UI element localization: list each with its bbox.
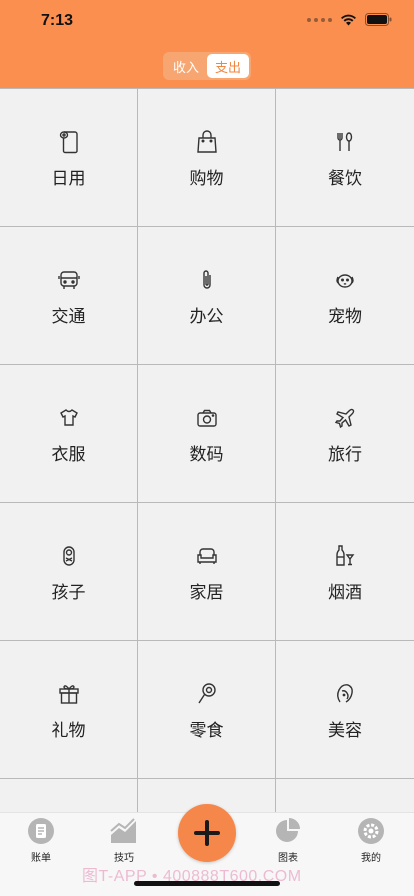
- wifi-icon: [341, 14, 356, 25]
- category-kids[interactable]: 孩子: [0, 503, 138, 641]
- bill-icon: [27, 817, 55, 845]
- cellular-signal-icon: [307, 17, 332, 22]
- sofa-icon: [195, 544, 219, 568]
- income-expense-segment: 收入 支出: [163, 52, 251, 80]
- category-office[interactable]: 办公: [138, 227, 276, 365]
- utensils-icon: [333, 130, 357, 154]
- home-indicator: [134, 881, 280, 886]
- tab-bill[interactable]: 账单: [11, 817, 71, 864]
- category-label: 衣服: [51, 445, 86, 465]
- settings-gear-icon: [357, 817, 385, 845]
- category-label: 数码: [189, 445, 224, 465]
- category-daily[interactable]: 日用: [0, 89, 138, 227]
- tab-tips[interactable]: 技巧: [94, 817, 154, 864]
- category-label: 办公: [189, 307, 224, 327]
- category-label: 礼物: [51, 721, 86, 741]
- category-label: 零食: [189, 721, 224, 741]
- category-shopping[interactable]: 购物: [138, 89, 276, 227]
- category-label: 宠物: [328, 307, 362, 327]
- tab-chart[interactable]: 图表: [258, 817, 318, 864]
- airplane-icon: [333, 406, 357, 430]
- paperclip-icon: [195, 268, 219, 292]
- category-digital[interactable]: 数码: [138, 365, 276, 503]
- category-transport[interactable]: 交通: [0, 227, 138, 365]
- category-label: 旅行: [328, 445, 362, 465]
- category-label: 餐饮: [328, 169, 362, 189]
- category-clothes[interactable]: 衣服: [0, 365, 138, 503]
- wine-icon: [333, 544, 357, 568]
- camera-icon: [195, 406, 219, 430]
- plus-icon: [194, 820, 220, 846]
- category-label: 购物: [189, 169, 224, 189]
- battery-icon: [365, 13, 392, 26]
- status-time: 7:13: [41, 12, 74, 29]
- dog-icon: [333, 268, 357, 292]
- category-beauty[interactable]: 美容: [276, 641, 414, 779]
- tab-mine[interactable]: 我的: [341, 817, 401, 864]
- paper-roll-icon: [57, 130, 81, 154]
- header: 7:13 收入 支出: [0, 0, 414, 88]
- tshirt-icon: [57, 406, 81, 430]
- pie-chart-icon: [274, 817, 302, 845]
- category-grid: 日用 购物 餐饮 交通 办公 宠物 衣服 数码 旅行 孩子 家居 烟酒 礼物 零…: [0, 88, 414, 896]
- category-label: 孩子: [51, 583, 86, 603]
- category-label: 家居: [189, 583, 224, 603]
- bus-icon: [57, 268, 81, 292]
- category-label: 日用: [51, 169, 86, 189]
- status-icons: [307, 13, 392, 26]
- add-record-button[interactable]: [178, 804, 236, 862]
- category-dining[interactable]: 餐饮: [276, 89, 414, 227]
- category-gift[interactable]: 礼物: [0, 641, 138, 779]
- face-icon: [333, 682, 357, 706]
- segment-income[interactable]: 收入: [165, 54, 207, 78]
- trend-chart-icon: [110, 817, 138, 845]
- category-snacks[interactable]: 零食: [138, 641, 276, 779]
- tab-label: 账单: [31, 853, 51, 864]
- lollipop-icon: [195, 682, 219, 706]
- gift-icon: [57, 682, 81, 706]
- category-label: 烟酒: [328, 583, 362, 603]
- category-label: 美容: [328, 721, 362, 741]
- category-travel[interactable]: 旅行: [276, 365, 414, 503]
- shopping-bag-icon: [195, 130, 219, 154]
- category-tobacco-alcohol[interactable]: 烟酒: [276, 503, 414, 641]
- category-label: 交通: [51, 307, 86, 327]
- category-home[interactable]: 家居: [138, 503, 276, 641]
- tab-label: 我的: [361, 853, 381, 864]
- baby-icon: [57, 544, 81, 568]
- status-bar: 7:13: [0, 0, 414, 44]
- category-pet[interactable]: 宠物: [276, 227, 414, 365]
- segment-expense[interactable]: 支出: [207, 54, 249, 78]
